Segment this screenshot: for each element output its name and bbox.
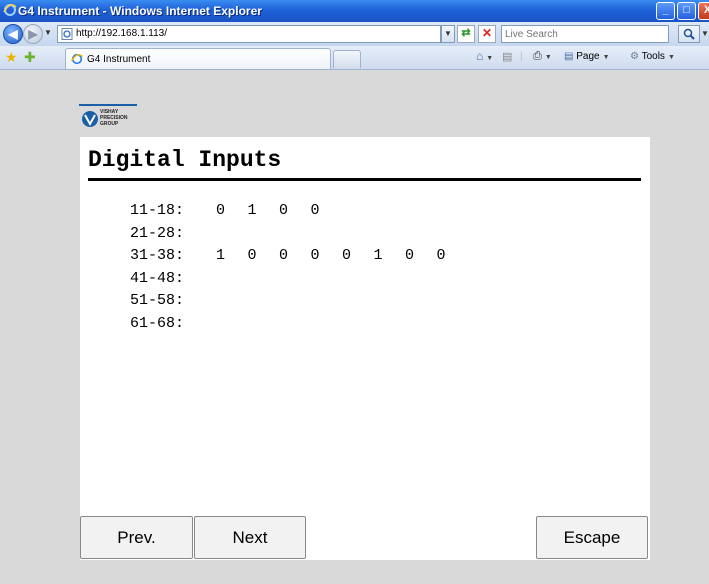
logo-text: VISHAY PRECISION GROUP: [100, 109, 128, 127]
tab-toolbar: ★ ✚ G4 Instrument ⌂ ▼ ▤ | ⎙ ▼ ▤ Page ▼ ⚙ To…: [0, 46, 709, 70]
input-value: 0: [342, 247, 352, 264]
search-options-icon[interactable]: ▼: [701, 29, 709, 38]
internet-explorer-tab-icon: [71, 53, 83, 65]
address-toolbar: ◀ ▶ ▼ http://192.168.1.113/ ▼ ⇄ ✕ ▼: [0, 22, 709, 46]
home-icon[interactable]: ⌂ ▼: [476, 49, 493, 63]
input-value: 0: [279, 247, 289, 264]
page-menu-label: Page: [576, 51, 600, 62]
input-value: 0: [216, 202, 226, 219]
page-title: Digital Inputs: [88, 147, 282, 173]
internet-explorer-icon: [3, 4, 17, 16]
escape-button[interactable]: Escape: [536, 516, 648, 559]
address-dropdown-icon[interactable]: ▼: [441, 25, 455, 43]
input-value: 0: [310, 202, 320, 219]
logo-bar: [79, 104, 137, 106]
vishay-logo: VISHAY PRECISION GROUP: [79, 104, 137, 132]
maximize-button[interactable]: □: [677, 2, 696, 20]
input-range-label: 21-28:: [130, 224, 185, 242]
page-menu[interactable]: ▤ Page ▼: [564, 51, 610, 62]
close-button[interactable]: X: [698, 2, 709, 20]
address-field[interactable]: http://192.168.1.113/: [57, 25, 441, 43]
input-value: 0: [405, 247, 415, 264]
input-value: 1: [247, 202, 257, 219]
favorites-star-icon[interactable]: ★: [5, 50, 18, 64]
input-value: 0: [279, 202, 289, 219]
input-range-label: 11-18:: [130, 202, 185, 219]
refresh-icon[interactable]: ⇄: [457, 25, 475, 43]
forward-button[interactable]: ▶: [23, 24, 43, 44]
search-input[interactable]: [505, 27, 665, 41]
input-range-label: 41-48:: [130, 269, 185, 287]
tab-g4-instrument[interactable]: G4 Instrument: [65, 48, 331, 69]
input-range-label: 51-58:: [130, 292, 185, 309]
tools-gear-icon: ⚙: [630, 51, 639, 62]
digital-inputs-panel: Digital Inputs 11-18: 0 1 0 0 21-28: 31-38: 1 0 0…: [80, 137, 650, 560]
toolbar-separator: |: [520, 51, 523, 62]
print-icon[interactable]: ⎙ ▼: [533, 50, 552, 63]
window-title-bar: G4 Instrument - Windows Internet Explore…: [0, 0, 709, 22]
title-underline: [88, 178, 641, 181]
input-value: 0: [247, 247, 257, 264]
search-box[interactable]: [501, 25, 669, 43]
input-range-label: 31-38:: [130, 247, 185, 264]
vishay-logo-mark: [82, 111, 98, 127]
input-values: 0 1 0 0: [216, 202, 342, 219]
stop-icon[interactable]: ✕: [478, 25, 496, 43]
input-value: 0: [310, 247, 320, 264]
page-icon: [61, 28, 73, 40]
input-value: 1: [216, 247, 226, 264]
url-text: http://192.168.1.113/: [76, 28, 168, 39]
add-favorites-icon[interactable]: ✚: [24, 50, 36, 64]
prev-button[interactable]: Prev.: [80, 516, 193, 559]
search-icon: [683, 28, 695, 40]
search-button[interactable]: [678, 25, 700, 43]
input-value: 1: [373, 247, 383, 264]
window-title: G4 Instrument - Windows Internet Explore…: [18, 4, 262, 18]
tools-menu-label: Tools: [641, 51, 665, 62]
tab-label: G4 Instrument: [87, 54, 151, 65]
next-button[interactable]: Next: [194, 516, 306, 559]
minimize-button[interactable]: _: [656, 2, 675, 20]
new-tab-button[interactable]: [333, 50, 361, 68]
page-menu-icon: ▤: [564, 51, 574, 62]
back-button[interactable]: ◀: [3, 24, 23, 44]
tools-menu[interactable]: ⚙ Tools ▼: [630, 51, 675, 62]
feeds-icon[interactable]: ▤: [502, 50, 512, 63]
history-dropdown-icon[interactable]: ▼: [44, 28, 52, 37]
input-range-label: 61-68:: [130, 314, 185, 332]
input-values: 1 0 0 0 0 1 0 0: [216, 247, 468, 264]
input-value: 0: [436, 247, 446, 264]
